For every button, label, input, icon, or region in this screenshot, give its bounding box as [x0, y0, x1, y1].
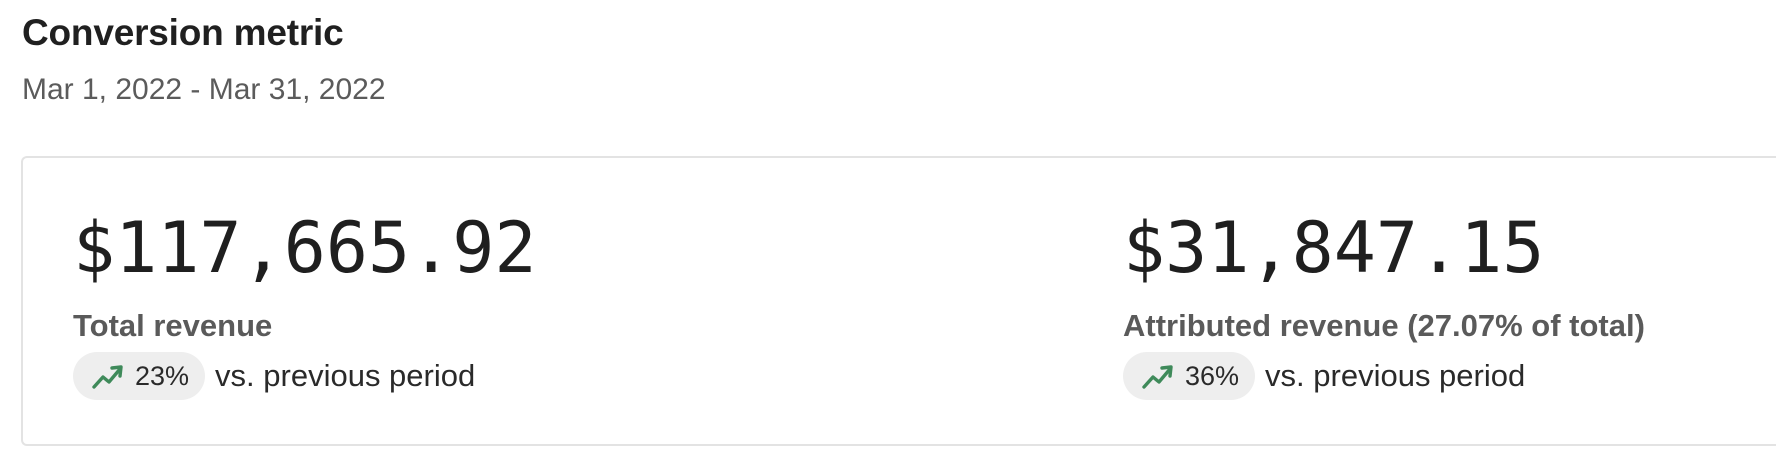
metric-label: Attributed revenue (27.07% of total): [1123, 308, 1645, 343]
metric-label: Total revenue: [73, 308, 273, 343]
trending-up-icon: [1142, 365, 1173, 389]
delta-suffix: vs. previous period: [1265, 358, 1526, 393]
metrics-card: $117,665.92 Total revenue 23% vs. previo…: [21, 156, 1776, 446]
metric-attributed-revenue: $31,847.15 Attributed revenue (27.07% of…: [1123, 208, 1645, 400]
delta-row: 36% vs. previous period: [1123, 352, 1645, 400]
metric-total-revenue: $117,665.92 Total revenue 23% vs. previo…: [73, 208, 537, 400]
delta-row: 23% vs. previous period: [73, 352, 537, 400]
metric-value: $117,665.92: [73, 207, 537, 289]
delta-value: 36%: [1185, 361, 1240, 391]
delta-badge: 36%: [1123, 352, 1256, 400]
date-range: Mar 1, 2022 - Mar 31, 2022: [22, 73, 386, 106]
trending-up-icon: [92, 365, 123, 389]
delta-suffix: vs. previous period: [215, 358, 476, 393]
metric-value: $31,847.15: [1123, 207, 1545, 289]
page-header: Conversion metric Mar 1, 2022 - Mar 31, …: [22, 10, 386, 108]
delta-value: 23%: [135, 361, 190, 391]
page-title: Conversion metric: [22, 12, 344, 53]
delta-badge: 23%: [73, 352, 206, 400]
